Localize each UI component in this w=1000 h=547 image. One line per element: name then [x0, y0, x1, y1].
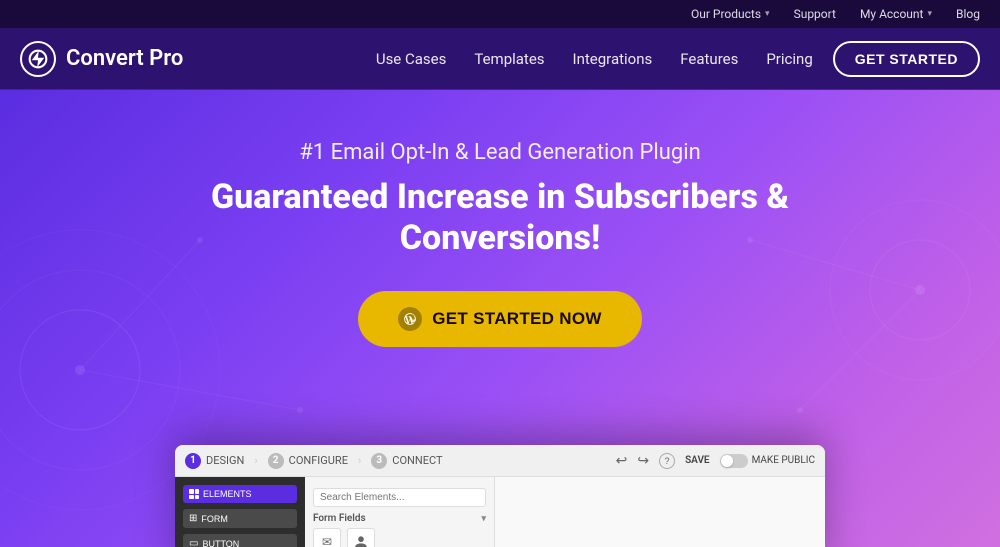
support-link[interactable]: Support [794, 7, 836, 21]
form-group: ⊞ FORM [183, 509, 297, 528]
form-fields-section: Form Fields ▾ [313, 513, 486, 524]
elements-panel: Form Fields ▾ ✉ [305, 477, 495, 547]
form-button[interactable]: ⊞ FORM [183, 509, 297, 528]
step-3-number: 3 [371, 453, 387, 469]
redo-button[interactable]: ↪ [637, 452, 649, 469]
hero-cta-label: GET STARTED NOW [432, 309, 601, 329]
step-1-number: 1 [185, 453, 201, 469]
nav-features[interactable]: Features [680, 50, 738, 68]
make-public-toggle[interactable]: MAKE PUBLIC [720, 454, 815, 468]
step-3-label: CONNECT [392, 454, 442, 467]
button-group: ▭ BUTTON [183, 534, 297, 547]
make-public-label: MAKE PUBLIC [752, 455, 815, 466]
hero-subtitle: #1 Email Opt-In & Lead Generation Plugin [150, 140, 850, 165]
get-started-button[interactable]: GET STARTED [833, 41, 980, 77]
search-elements-input[interactable] [313, 488, 486, 507]
elements-group: ELEMENTS [183, 485, 297, 503]
logo-text: Convert Pro [66, 46, 183, 71]
element-icons: ✉ [313, 528, 486, 547]
step-1-label: DESIGN [206, 454, 244, 467]
hero-section: #1 Email Opt-In & Lead Generation Plugin… [0, 90, 1000, 547]
dashboard-preview: 1 DESIGN › 2 CONFIGURE › 3 CONNECT ↩ ↪ ?… [175, 445, 825, 547]
form-fields-arrow: ▾ [481, 514, 486, 524]
dashboard-header: 1 DESIGN › 2 CONFIGURE › 3 CONNECT ↩ ↪ ?… [175, 445, 825, 477]
my-account-link[interactable]: My Account ▾ [860, 7, 932, 21]
step-2-number: 2 [268, 453, 284, 469]
nav-integrations[interactable]: Integrations [573, 50, 653, 68]
hero-content: #1 Email Opt-In & Lead Generation Plugin… [150, 140, 850, 347]
wordpress-icon [398, 307, 422, 331]
our-products-link[interactable]: Our Products ▾ [691, 7, 770, 21]
nav-links: Use Cases Templates Integrations Feature… [376, 50, 813, 68]
button-icon: ▭ [189, 538, 198, 547]
my-account-chevron-icon: ▾ [927, 9, 932, 19]
user-icon-box[interactable] [347, 528, 375, 547]
step-design: 1 DESIGN [185, 453, 244, 469]
hero-cta-button[interactable]: GET STARTED NOW [358, 291, 641, 347]
nav-pricing[interactable]: Pricing [766, 50, 812, 68]
button-button[interactable]: ▭ BUTTON [183, 534, 297, 547]
blog-link[interactable]: Blog [956, 7, 980, 21]
nav-templates[interactable]: Templates [474, 50, 544, 68]
grid-icon [189, 489, 199, 499]
logo-icon [20, 41, 56, 77]
save-label: SAVE [685, 455, 710, 466]
sidebar-panel: ELEMENTS ⊞ FORM ▭ BUTTON [175, 477, 305, 547]
form-icon: ⊞ [189, 513, 197, 524]
dashboard-body: ELEMENTS ⊞ FORM ▭ BUTTON [175, 477, 825, 547]
top-bar: Our Products ▾ Support My Account ▾ Blog [0, 0, 1000, 28]
our-products-chevron-icon: ▾ [765, 9, 770, 19]
step-divider-1: › [254, 454, 257, 467]
elements-button[interactable]: ELEMENTS [183, 485, 297, 503]
step-connect: 3 CONNECT [371, 453, 442, 469]
logo[interactable]: Convert Pro [20, 41, 183, 77]
email-icon-box[interactable]: ✉ [313, 528, 341, 547]
step-configure: 2 CONFIGURE [268, 453, 348, 469]
main-nav: Convert Pro Use Cases Templates Integrat… [0, 28, 1000, 90]
nav-use-cases[interactable]: Use Cases [376, 50, 447, 68]
help-button[interactable]: ? [659, 453, 675, 469]
step-2-label: CONFIGURE [289, 454, 348, 467]
canvas-area[interactable] [495, 477, 825, 547]
hero-title: Guaranteed Increase in Subscribers & Con… [150, 177, 850, 259]
undo-button[interactable]: ↩ [616, 452, 628, 469]
step-divider-2: › [358, 454, 361, 467]
